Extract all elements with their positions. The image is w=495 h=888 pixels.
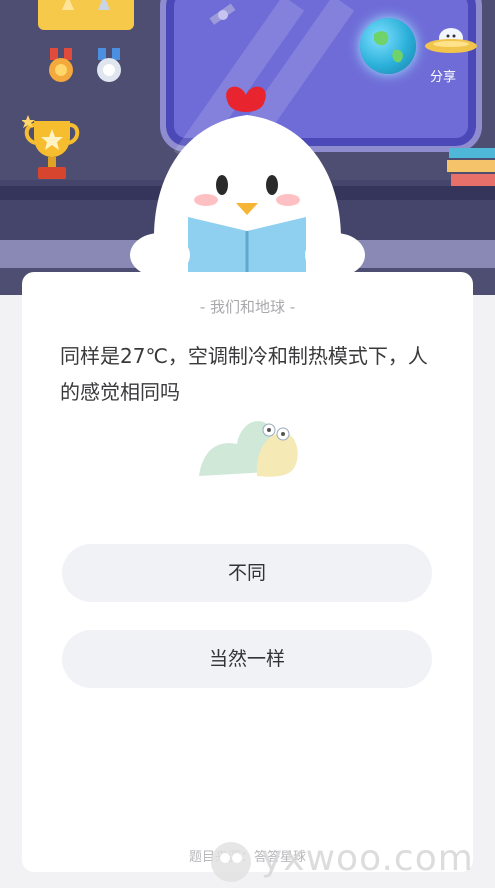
trophy-box xyxy=(38,0,134,30)
medal-icon xyxy=(97,48,121,82)
trophy-icon xyxy=(22,115,80,179)
snail-icon xyxy=(199,421,298,477)
topic-label: - 我们和地球 - xyxy=(199,298,296,316)
option-button[interactable]: 不同 xyxy=(62,544,432,602)
chick-mascot xyxy=(130,86,365,285)
question-card: - 我们和地球 - 同样是27℃，空调制冷和制热模式下，人的感觉相同吗 不同 当… xyxy=(22,272,473,872)
header-banner: 分享 xyxy=(0,0,495,295)
earth-icon[interactable] xyxy=(360,18,416,74)
satellite-icon xyxy=(209,3,236,25)
watermark: yxwoo.com xyxy=(205,836,495,886)
medal-icon xyxy=(49,48,73,82)
watermark-logo-icon xyxy=(211,842,251,882)
share-button[interactable]: 分享 xyxy=(430,66,456,85)
ufo-icon[interactable] xyxy=(424,24,478,58)
option-button[interactable]: 当然一样 xyxy=(62,630,432,688)
watermark-text: yxwoo.com xyxy=(261,838,474,879)
books-icon xyxy=(447,148,495,186)
question-text: 同样是27℃，空调制冷和制热模式下，人的感觉相同吗 xyxy=(60,344,428,404)
